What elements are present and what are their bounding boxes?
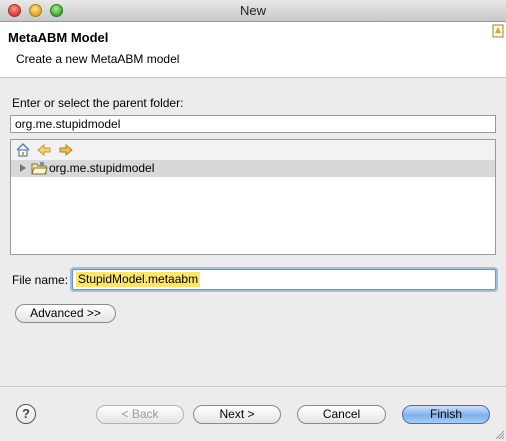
window-title: New <box>239 3 266 18</box>
title-bar[interactable]: New <box>0 0 506 22</box>
finish-button[interactable]: Finish <box>402 405 490 424</box>
parent-folder-input[interactable]: org.me.stupidmodel <box>10 115 496 133</box>
resize-grip-icon[interactable] <box>494 429 504 439</box>
tree-item[interactable]: org.me.stupidmodel <box>11 160 495 177</box>
forward-arrow-icon[interactable] <box>58 142 74 158</box>
back-button[interactable]: < Back <box>96 405 184 424</box>
home-icon[interactable] <box>15 142 31 158</box>
file-name-value: StupidModel.metaabm <box>76 272 201 287</box>
folder-icon <box>31 162 48 175</box>
wizard-header: MetaABM Model Create a new MetaABM model <box>0 22 506 78</box>
wizard-title: MetaABM Model <box>8 30 109 45</box>
wizard-description: Create a new MetaABM model <box>16 52 180 66</box>
file-name-input[interactable]: StupidModel.metaabm <box>72 269 496 290</box>
new-wizard-window: New MetaABM Model Create a new MetaABM m… <box>0 0 506 441</box>
file-name-label: File name: <box>12 273 69 287</box>
cancel-button[interactable]: Cancel <box>297 405 386 424</box>
help-icon[interactable]: ? <box>16 404 36 424</box>
folder-tree[interactable]: org.me.stupidmodel <box>10 139 496 255</box>
expand-arrow-icon[interactable] <box>20 164 26 172</box>
tree-toolbar <box>11 140 495 160</box>
next-button[interactable]: Next > <box>193 405 281 424</box>
back-arrow-icon[interactable] <box>36 142 52 158</box>
parent-folder-label: Enter or select the parent folder: <box>12 96 184 110</box>
tree-item-label: org.me.stupidmodel <box>49 161 155 175</box>
wizard-banner-icon <box>492 24 504 38</box>
button-bar-divider <box>0 386 506 387</box>
advanced-button[interactable]: Advanced >> <box>15 304 116 323</box>
